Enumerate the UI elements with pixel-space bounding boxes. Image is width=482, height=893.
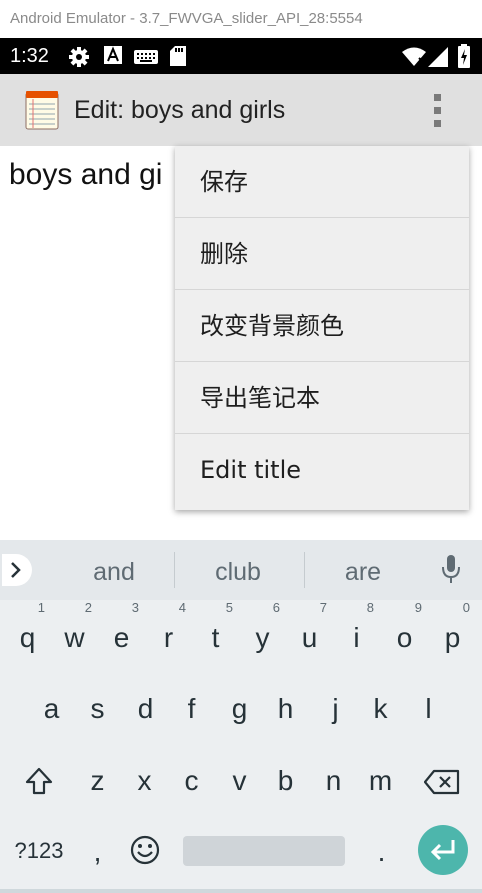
key-label: t <box>211 622 220 653</box>
notepad-app-icon <box>25 91 59 130</box>
key-number-hint: 7 <box>319 600 327 615</box>
key-number-hint: 1 <box>37 600 45 615</box>
cell-signal-icon <box>428 47 448 67</box>
key-number-hint: 8 <box>366 600 374 615</box>
key-m[interactable]: m <box>357 765 404 797</box>
menu-item-change-background-color[interactable]: 改变背景颜色 <box>175 290 469 362</box>
emoji-key-icon[interactable] <box>129 834 161 866</box>
bottom-edge <box>0 889 482 893</box>
soft-keyboard: and club are 1q 2w 3e 4r 5t 6y 7u 8i 9o … <box>0 540 482 893</box>
microphone-icon[interactable] <box>441 555 461 585</box>
enter-key[interactable] <box>418 825 468 875</box>
key-z[interactable]: z <box>74 765 121 797</box>
key-o[interactable]: 9o <box>381 600 428 654</box>
key-u[interactable]: 7u <box>286 600 333 654</box>
key-label: r <box>163 622 174 653</box>
keyboard-icon <box>134 50 158 64</box>
key-c[interactable]: c <box>168 765 215 797</box>
key-label: y <box>255 622 270 653</box>
key-n[interactable]: n <box>310 765 357 797</box>
chevron-right-icon <box>11 562 21 578</box>
menu-item-save[interactable]: 保存 <box>175 146 469 218</box>
key-number-hint: 0 <box>462 600 470 615</box>
status-time: 1:32 <box>10 45 49 67</box>
period-key[interactable]: . <box>358 836 405 868</box>
symbols-key[interactable]: ?123 <box>9 838 69 864</box>
key-q[interactable]: 1q <box>4 600 51 654</box>
suggestion-expand-button[interactable] <box>2 554 32 586</box>
key-number-hint: 4 <box>178 600 186 615</box>
key-l[interactable]: l <box>405 693 452 725</box>
key-x[interactable]: x <box>121 765 168 797</box>
key-p[interactable]: 0p <box>429 600 476 654</box>
key-e[interactable]: 3e <box>98 600 145 654</box>
menu-item-delete[interactable]: 删除 <box>175 218 469 290</box>
backspace-key-icon[interactable] <box>424 769 460 795</box>
key-label: p <box>444 622 461 653</box>
key-f[interactable]: f <box>168 693 215 725</box>
sd-card-icon <box>170 46 186 66</box>
comma-key[interactable]: , <box>74 836 121 868</box>
enter-arrow-icon <box>430 840 455 861</box>
page-title: Edit: boys and girls <box>74 96 286 124</box>
battery-charging-icon <box>458 44 470 68</box>
key-label: u <box>301 622 318 653</box>
overflow-menu: 保存 删除 改变背景颜色 导出笔记本 Edit title <box>175 146 469 510</box>
key-label: q <box>19 622 36 653</box>
key-label: e <box>113 622 130 653</box>
key-a[interactable]: a <box>28 693 75 725</box>
emulator-window-title: Android Emulator - 3.7_FWVGA_slider_API_… <box>0 0 482 38</box>
key-b[interactable]: b <box>262 765 309 797</box>
status-bar: 1:32 <box>0 38 482 74</box>
menu-item-export-note[interactable]: 导出笔记本 <box>175 362 469 434</box>
note-text[interactable]: boys and gi <box>9 158 162 192</box>
key-number-hint: 2 <box>84 600 92 615</box>
key-w[interactable]: 2w <box>51 600 98 654</box>
key-number-hint: 9 <box>414 600 422 615</box>
key-k[interactable]: k <box>357 693 404 725</box>
key-h[interactable]: h <box>262 693 309 725</box>
a-badge-icon <box>104 46 122 64</box>
key-s[interactable]: s <box>74 693 121 725</box>
suggestion-2[interactable]: club <box>178 540 298 604</box>
key-label: i <box>353 622 360 653</box>
key-number-hint: 5 <box>225 600 233 615</box>
suggestion-3[interactable]: are <box>303 540 423 604</box>
settings-gear-icon <box>69 47 89 67</box>
app-bar: Edit: boys and girls <box>0 74 482 146</box>
suggestion-strip: and club are <box>0 540 482 600</box>
key-g[interactable]: g <box>216 693 263 725</box>
suggestion-1[interactable]: and <box>54 540 174 604</box>
key-number-hint: 6 <box>272 600 280 615</box>
key-j[interactable]: j <box>312 693 359 725</box>
key-t[interactable]: 5t <box>192 600 239 654</box>
key-v[interactable]: v <box>216 765 263 797</box>
suggestion-divider <box>174 552 175 588</box>
menu-item-edit-title[interactable]: Edit title <box>175 434 469 507</box>
key-label: o <box>396 622 413 653</box>
key-r[interactable]: 4r <box>145 600 192 654</box>
key-i[interactable]: 8i <box>333 600 380 654</box>
key-d[interactable]: d <box>122 693 169 725</box>
key-label: w <box>64 622 85 653</box>
key-number-hint: 3 <box>131 600 139 615</box>
overflow-menu-icon[interactable] <box>430 94 446 128</box>
shift-key-icon[interactable] <box>24 766 54 796</box>
space-key[interactable] <box>183 836 345 866</box>
wifi-icon <box>402 47 426 66</box>
key-y[interactable]: 6y <box>239 600 286 654</box>
